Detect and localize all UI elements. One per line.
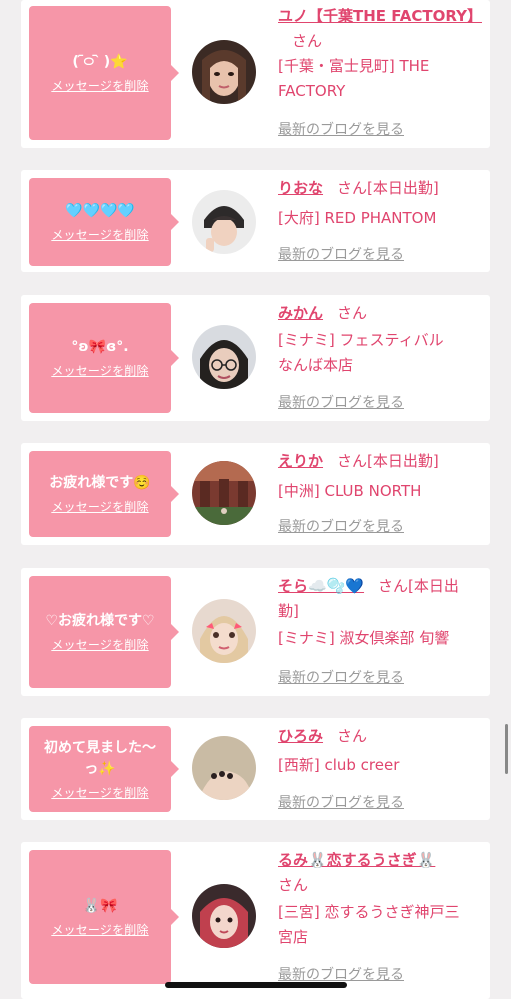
status-badge: [本日出勤]: [367, 179, 439, 197]
message-card: 🩵🩵🩵🩵 メッセージを削除 りおな さん[本日出勤] [大府] RED PHANT…: [21, 170, 490, 272]
message-text: ♡お疲れ様です♡: [45, 613, 155, 629]
latest-blog-link[interactable]: 最新のブログを見る: [278, 392, 404, 412]
avatar[interactable]: [192, 325, 256, 389]
san-label: さん: [337, 727, 368, 745]
member-name[interactable]: みかん: [278, 304, 323, 322]
latest-blog-link[interactable]: 最新のブログを見る: [278, 119, 404, 139]
latest-blog-link[interactable]: 最新のブログを見る: [278, 516, 404, 536]
avatar[interactable]: [192, 736, 256, 800]
delete-message-link[interactable]: メッセージを削除: [51, 226, 148, 243]
delete-message-link[interactable]: メッセージを削除: [51, 498, 148, 515]
avatar[interactable]: [192, 461, 256, 525]
shop-line: [千葉・富士見町] THE: [278, 57, 430, 75]
status-badge: [本日出勤]: [367, 452, 439, 470]
message-text: 🩵🩵🩵🩵: [65, 203, 135, 219]
message-bubble: お疲れ様です☺️ メッセージを削除: [29, 451, 179, 537]
shop-line: [三宮] 恋するうさぎ神戸三: [278, 903, 460, 921]
member-name[interactable]: ひろみ: [278, 727, 323, 745]
message-card: 初めて見ました〜 っ✨ メッセージを削除 ひろみ さん [西新] club cre…: [21, 718, 490, 820]
avatar[interactable]: [192, 40, 256, 104]
san-label: さん: [292, 32, 323, 50]
latest-blog-link[interactable]: 最新のブログを見る: [278, 792, 404, 812]
message-text: っ✨: [84, 760, 116, 777]
message-card: ♡お疲れ様です♡ メッセージを削除 そら☁️🫧💙 さん[本日出 勤] [ミナミ] …: [21, 568, 490, 696]
san-label: さん: [278, 876, 309, 894]
avatar[interactable]: [192, 884, 256, 948]
member-name[interactable]: そら☁️🫧💙: [278, 577, 364, 595]
shop-line: なんば本店: [278, 356, 354, 374]
message-text: °ʚ🎀ɞ°.: [71, 339, 129, 355]
message-card: ( ᷇࿀ ᷆ )⭐️ メッセージを削除 ユノ【千葉THE FACTORY】さん …: [21, 0, 490, 148]
delete-message-link[interactable]: メッセージを削除: [51, 77, 148, 94]
san-label: さん: [337, 179, 368, 197]
latest-blog-link[interactable]: 最新のブログを見る: [278, 244, 404, 264]
member-name[interactable]: ユノ【千葉THE FACTORY】: [278, 7, 482, 25]
message-card: お疲れ様です☺️ メッセージを削除 えりか さん[本日出勤] [中洲] CLUB …: [21, 443, 490, 545]
delete-message-link[interactable]: メッセージを削除: [51, 362, 148, 379]
message-card: °ʚ🎀ɞ°. メッセージを削除 みかん さん [ミナミ] フェスティバル なんば本…: [21, 295, 490, 421]
shop-line: [西新] club creer: [278, 756, 400, 774]
status-badge: 勤]: [278, 602, 299, 620]
san-label: さん: [337, 304, 368, 322]
message-text: お疲れ様です☺️: [49, 475, 151, 491]
member-name[interactable]: るみ🐰恋するうさぎ🐰: [278, 851, 435, 869]
message-bubble: 初めて見ました〜 っ✨ メッセージを削除: [29, 726, 179, 812]
member-name[interactable]: えりか: [278, 452, 323, 470]
message-text: 初めて見ました〜: [44, 739, 156, 756]
message-text: 🐰🎀: [82, 898, 118, 914]
message-bubble: 🐰🎀 メッセージを削除: [29, 850, 179, 984]
san-label: さん: [378, 577, 409, 595]
shop-line: [中洲] CLUB NORTH: [278, 482, 422, 500]
message-bubble: ♡お疲れ様です♡ メッセージを削除: [29, 576, 179, 688]
latest-blog-link[interactable]: 最新のブログを見る: [278, 964, 404, 984]
latest-blog-link[interactable]: 最新のブログを見る: [278, 667, 404, 687]
shop-line: [ミナミ] 淑女倶楽部 旬響: [278, 629, 450, 647]
scrollbar[interactable]: [505, 724, 508, 774]
member-name[interactable]: りおな: [278, 179, 323, 197]
message-bubble: 🩵🩵🩵🩵 メッセージを削除: [29, 178, 179, 266]
delete-message-link[interactable]: メッセージを削除: [51, 636, 148, 653]
message-text: ( ᷇࿀ ᷆ )⭐️: [72, 54, 128, 70]
delete-message-link[interactable]: メッセージを削除: [51, 784, 148, 801]
home-indicator[interactable]: [165, 982, 347, 988]
message-bubble: °ʚ🎀ɞ°. メッセージを削除: [29, 303, 179, 413]
san-label: さん: [337, 452, 368, 470]
shop-line: [大府] RED PHANTOM: [278, 209, 437, 227]
avatar[interactable]: [192, 599, 256, 663]
shop-line: FACTORY: [278, 82, 346, 100]
status-badge: [本日出: [408, 577, 459, 595]
message-bubble: ( ᷇࿀ ᷆ )⭐️ メッセージを削除: [29, 6, 179, 140]
message-card: 🐰🎀 メッセージを削除 るみ🐰恋するうさぎ🐰 さん [三宮] 恋するうさぎ神戸三…: [21, 842, 490, 999]
shop-line: 宮店: [278, 928, 309, 946]
delete-message-link[interactable]: メッセージを削除: [51, 921, 148, 938]
avatar[interactable]: [192, 190, 256, 254]
shop-line: [ミナミ] フェスティバル: [278, 331, 444, 349]
